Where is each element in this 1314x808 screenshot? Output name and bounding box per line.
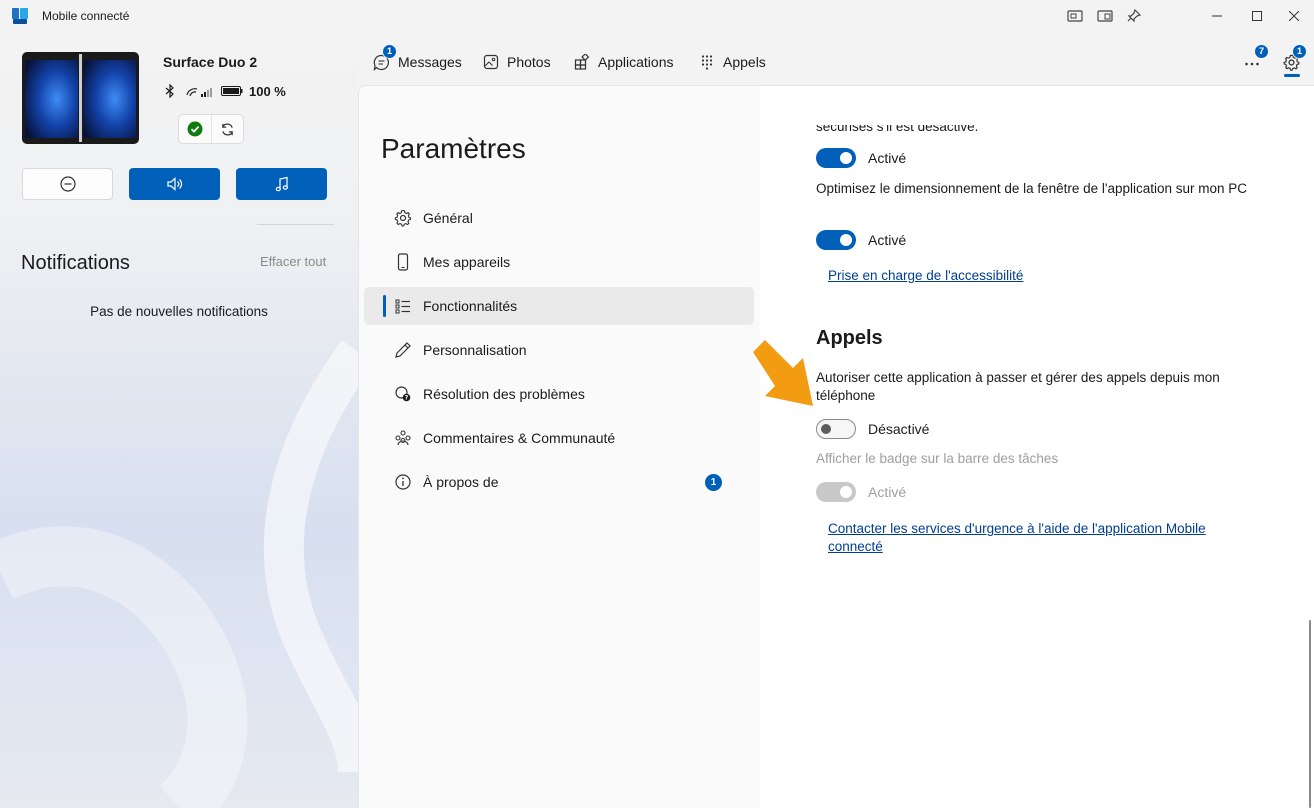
taskbar-badge-description: Afficher le badge sur la barre des tâche… (816, 451, 1059, 466)
minimize-icon (1212, 15, 1222, 17)
community-icon (395, 430, 411, 446)
tab-calls[interactable]: Appels (699, 52, 766, 72)
device-status: 100 % (165, 82, 286, 100)
tab-photos-label: Photos (507, 54, 551, 70)
do-not-disturb-icon (59, 176, 76, 192)
do-not-disturb-button[interactable] (22, 168, 113, 200)
settings-item-general[interactable]: Général (364, 199, 754, 237)
messages-badge: 1 (382, 44, 397, 59)
battery-level: 100 % (249, 83, 286, 99)
calls-description: Autoriser cette application à passer et … (816, 370, 1220, 403)
device-panel: Surface Duo 2 100 % Notifications Efface… (0, 32, 358, 808)
battery-icon (221, 86, 243, 96)
optimize-window-toggle-label: Activé (868, 232, 907, 248)
app-logo-icon (12, 8, 28, 24)
optimize-window-description: Optimisez le dimensionnement de la fenêt… (816, 181, 1248, 196)
settings-item-general-label: Général (423, 210, 473, 226)
refresh-button[interactable] (210, 115, 243, 143)
calls-toggle[interactable] (816, 419, 856, 439)
device-name: Surface Duo 2 (163, 54, 258, 70)
feature-list-icon (395, 299, 410, 314)
connected-status-button[interactable] (179, 115, 211, 143)
page-title: Paramètres (381, 133, 526, 164)
device-image (22, 52, 139, 144)
volume-button[interactable] (129, 168, 220, 200)
close-icon (1289, 11, 1299, 21)
window-title: Mobile connecté (42, 9, 130, 23)
settings-item-community[interactable]: Commentaires & Communauté (364, 419, 754, 457)
sync-controls (178, 114, 244, 144)
about-badge: 1 (705, 474, 722, 491)
optimize-window-toggle[interactable] (816, 230, 856, 250)
svg-text:?: ? (405, 395, 409, 402)
settings-item-features-label: Fonctionnalités (423, 298, 518, 314)
divider (257, 224, 334, 225)
annotation-arrow-icon (753, 340, 813, 406)
pin-icon[interactable] (1126, 9, 1142, 23)
mini-window-icon[interactable] (1097, 9, 1113, 23)
phone-icon (397, 253, 409, 271)
pen-icon (395, 342, 411, 358)
settings-item-about-label: À propos de (423, 474, 499, 490)
maximize-icon (1252, 11, 1262, 21)
tab-applications-label: Applications (598, 54, 674, 70)
gear-icon (394, 209, 412, 227)
refresh-icon (222, 122, 233, 136)
calls-section-heading: Appels (816, 327, 883, 349)
settings-item-troubleshooting-label: Résolution des problèmes (423, 386, 585, 402)
taskbar-badge-toggle (816, 482, 856, 502)
title-bar: Mobile connecté (0, 0, 1314, 32)
tab-calls-label: Appels (723, 54, 766, 70)
settings-item-features[interactable]: Fonctionnalités (364, 287, 754, 325)
settings-badge: 1 (1292, 44, 1307, 59)
tab-photos[interactable]: Photos (483, 52, 551, 72)
volume-icon (166, 177, 182, 191)
settings-item-my-devices-label: Mes appareils (423, 254, 511, 270)
troubleshoot-icon: ? (395, 386, 411, 402)
info-icon (395, 474, 411, 490)
clear-all-button[interactable]: Effacer tout (260, 254, 326, 269)
more-badge: 7 (1254, 44, 1269, 59)
background-swirl (0, 340, 358, 808)
audio-player-button[interactable] (236, 168, 327, 200)
dialpad-icon (701, 55, 713, 70)
feature-toggle-1[interactable] (816, 148, 856, 168)
apps-icon (574, 54, 590, 70)
bluetooth-icon (165, 84, 174, 98)
settings-active-indicator (1284, 74, 1300, 77)
music-note-icon (275, 176, 288, 192)
empty-notifications-text: Pas de nouvelles notifications (90, 304, 268, 319)
emergency-services-link[interactable]: Contacter les services d'urgence à l'aid… (828, 520, 1248, 556)
content-scrollbar[interactable] (1309, 620, 1311, 808)
notifications-title: Notifications (21, 252, 130, 274)
settings-item-personalization[interactable]: Personnalisation (364, 331, 754, 369)
calls-toggle-label: Désactivé (868, 421, 930, 437)
tab-applications[interactable]: Applications (574, 52, 674, 72)
settings-item-about[interactable]: À propos de 1 (364, 463, 754, 501)
check-circle-icon (187, 121, 203, 137)
accessibility-link[interactable]: Prise en charge de l'accessibilité (828, 267, 1248, 285)
signal-icon (186, 88, 212, 97)
settings-item-personalization-label: Personnalisation (423, 342, 527, 358)
feature-toggle-1-label: Activé (868, 150, 907, 166)
close-button[interactable] (1274, 0, 1314, 32)
taskbar-badge-toggle-label: Activé (868, 484, 907, 500)
active-indicator (383, 295, 386, 317)
compact-mode-icon[interactable] (1067, 9, 1083, 23)
photo-icon (483, 54, 499, 70)
settings-item-community-label: Commentaires & Communauté (423, 430, 616, 446)
settings-item-troubleshooting[interactable]: ? Résolution des problèmes (364, 375, 754, 413)
settings-item-my-devices[interactable]: Mes appareils (364, 243, 754, 281)
tab-messages-label: Messages (398, 54, 462, 70)
